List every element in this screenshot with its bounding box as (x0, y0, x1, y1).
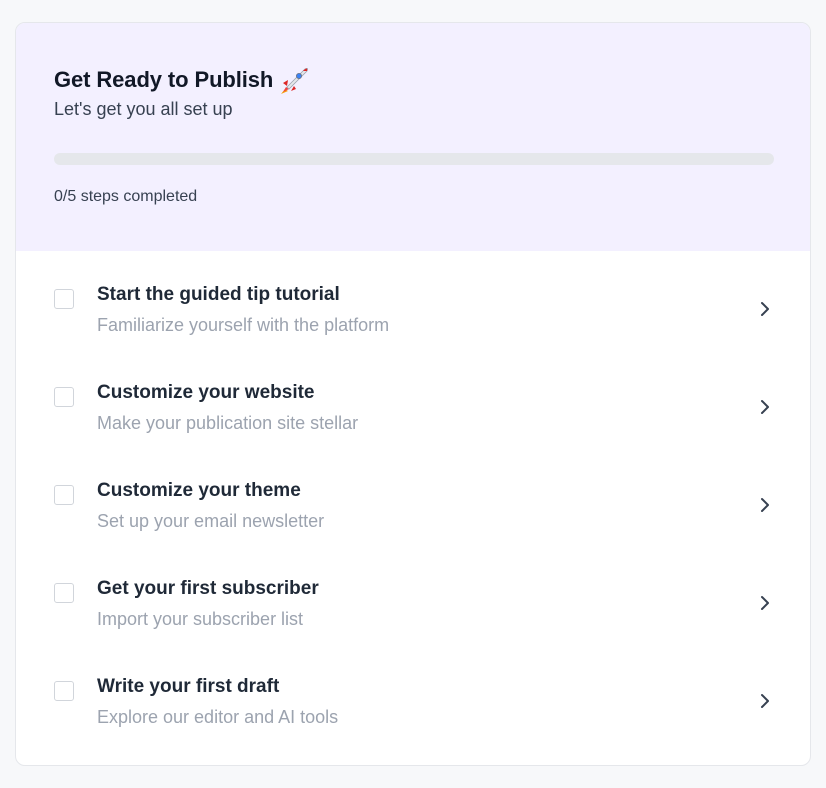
step-item[interactable]: Customize your theme Set up your email n… (16, 447, 810, 545)
chevron-right-icon[interactable] (758, 398, 772, 416)
step-description: Import your subscriber list (97, 609, 304, 629)
onboarding-header: Get Ready to Publish Let's get you all s… (16, 23, 810, 251)
step-title: Write your first draft (97, 676, 280, 697)
card-subtitle: Let's get you all set up (54, 99, 233, 119)
progress-bar (54, 153, 774, 165)
step-description: Explore our editor and AI tools (97, 707, 339, 727)
step-item[interactable]: Write your first draft Explore our edito… (16, 643, 810, 741)
rocket-icon (279, 65, 311, 95)
chevron-right-icon[interactable] (758, 496, 772, 514)
onboarding-card: Get Ready to Publish Let's get you all s… (15, 22, 811, 766)
step-description: Familiarize yourself with the platform (97, 315, 390, 335)
step-item[interactable]: Customize your website Make your publica… (16, 349, 810, 447)
step-checkbox[interactable] (54, 583, 74, 603)
step-title: Start the guided tip tutorial (97, 284, 340, 305)
step-item[interactable]: Get your first subscriber Import your su… (16, 545, 810, 643)
step-checkbox[interactable] (54, 289, 74, 309)
step-title: Customize your theme (97, 480, 301, 501)
step-title: Customize your website (97, 382, 315, 403)
chevron-right-icon[interactable] (758, 300, 772, 318)
step-description: Set up your email newsletter (97, 511, 325, 531)
card-title: Get Ready to Publish (54, 67, 274, 92)
step-title: Get your first subscriber (97, 578, 319, 599)
step-checkbox[interactable] (54, 681, 74, 701)
step-checkbox[interactable] (54, 485, 74, 505)
step-description: Make your publication site stellar (97, 413, 359, 433)
step-checkbox[interactable] (54, 387, 74, 407)
step-item[interactable]: Start the guided tip tutorial Familiariz… (16, 251, 810, 349)
chevron-right-icon[interactable] (758, 594, 772, 612)
steps-list: Start the guided tip tutorial Familiariz… (16, 251, 810, 741)
title-row: Get Ready to Publish (54, 65, 772, 95)
progress-label: 0/5 steps completed (54, 188, 198, 205)
chevron-right-icon[interactable] (758, 692, 772, 710)
